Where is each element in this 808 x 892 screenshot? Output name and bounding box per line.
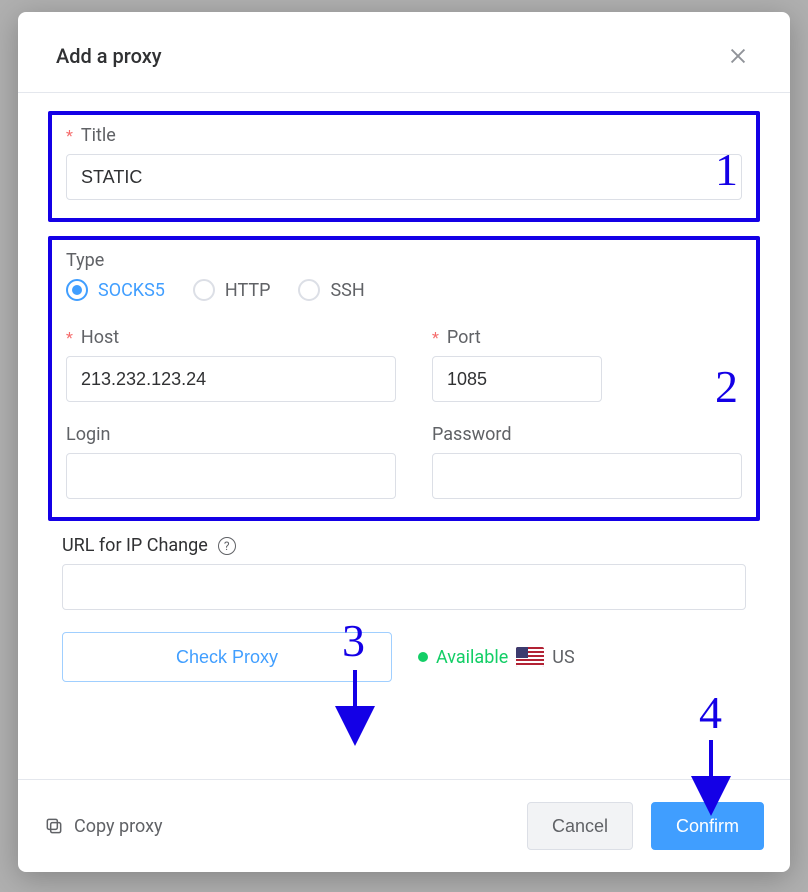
radio-ssh[interactable]: SSH: [298, 279, 364, 301]
modal-footer: Copy proxy Cancel Confirm: [18, 779, 790, 872]
status-dot-icon: [418, 652, 428, 662]
radio-socks5[interactable]: SOCKS5: [66, 279, 165, 301]
password-label: Password: [432, 424, 742, 445]
help-icon[interactable]: ?: [218, 537, 236, 555]
confirm-button[interactable]: Confirm: [651, 802, 764, 850]
modal-body: 1 * Title 2 Type SOCKS5 HTTP: [18, 93, 790, 779]
radio-http[interactable]: HTTP: [193, 279, 271, 301]
url-ip-change-block: URL for IP Change ? Check Proxy Availabl…: [48, 535, 760, 682]
annotation-number-4: 4: [699, 690, 722, 736]
login-input[interactable]: [66, 453, 396, 499]
modal-title: Add a proxy: [56, 44, 162, 68]
proxy-status: Available US: [418, 647, 575, 668]
host-label: * Host: [66, 327, 396, 348]
required-star: *: [66, 328, 73, 347]
radio-circle-icon: [193, 279, 215, 301]
url-change-input[interactable]: [62, 564, 746, 610]
type-label: Type: [66, 250, 742, 271]
login-label: Login: [66, 424, 396, 445]
annotation-box-2: 2 Type SOCKS5 HTTP SSH: [48, 236, 760, 521]
title-label: * Title: [66, 125, 742, 146]
check-proxy-row: Check Proxy Available: [62, 632, 746, 682]
port-label: * Port: [432, 327, 602, 348]
annotation-box-1: 1 * Title: [48, 111, 760, 222]
host-input[interactable]: [66, 356, 396, 402]
country-code: US: [552, 647, 574, 668]
url-change-label: URL for IP Change ?: [62, 535, 746, 556]
radio-circle-icon: [66, 279, 88, 301]
close-icon: [727, 45, 749, 67]
radio-circle-icon: [298, 279, 320, 301]
title-input[interactable]: [66, 154, 742, 200]
type-radio-group: SOCKS5 HTTP SSH: [66, 279, 742, 301]
required-star: *: [432, 328, 439, 347]
cancel-button[interactable]: Cancel: [527, 802, 633, 850]
copy-icon: [44, 816, 64, 836]
password-input[interactable]: [432, 453, 742, 499]
required-star: *: [66, 126, 73, 145]
close-button[interactable]: [724, 42, 752, 70]
footer-buttons: Cancel Confirm: [527, 802, 764, 850]
add-proxy-modal: Add a proxy 1 * Title 2 Type SOCKS5: [18, 12, 790, 872]
flag-us-icon: [516, 647, 544, 667]
copy-proxy-link[interactable]: Copy proxy: [44, 816, 163, 837]
modal-header: Add a proxy: [18, 12, 790, 93]
annotation-number-3: 3: [342, 618, 365, 664]
status-text: Available: [436, 647, 508, 668]
port-input[interactable]: [432, 356, 602, 402]
